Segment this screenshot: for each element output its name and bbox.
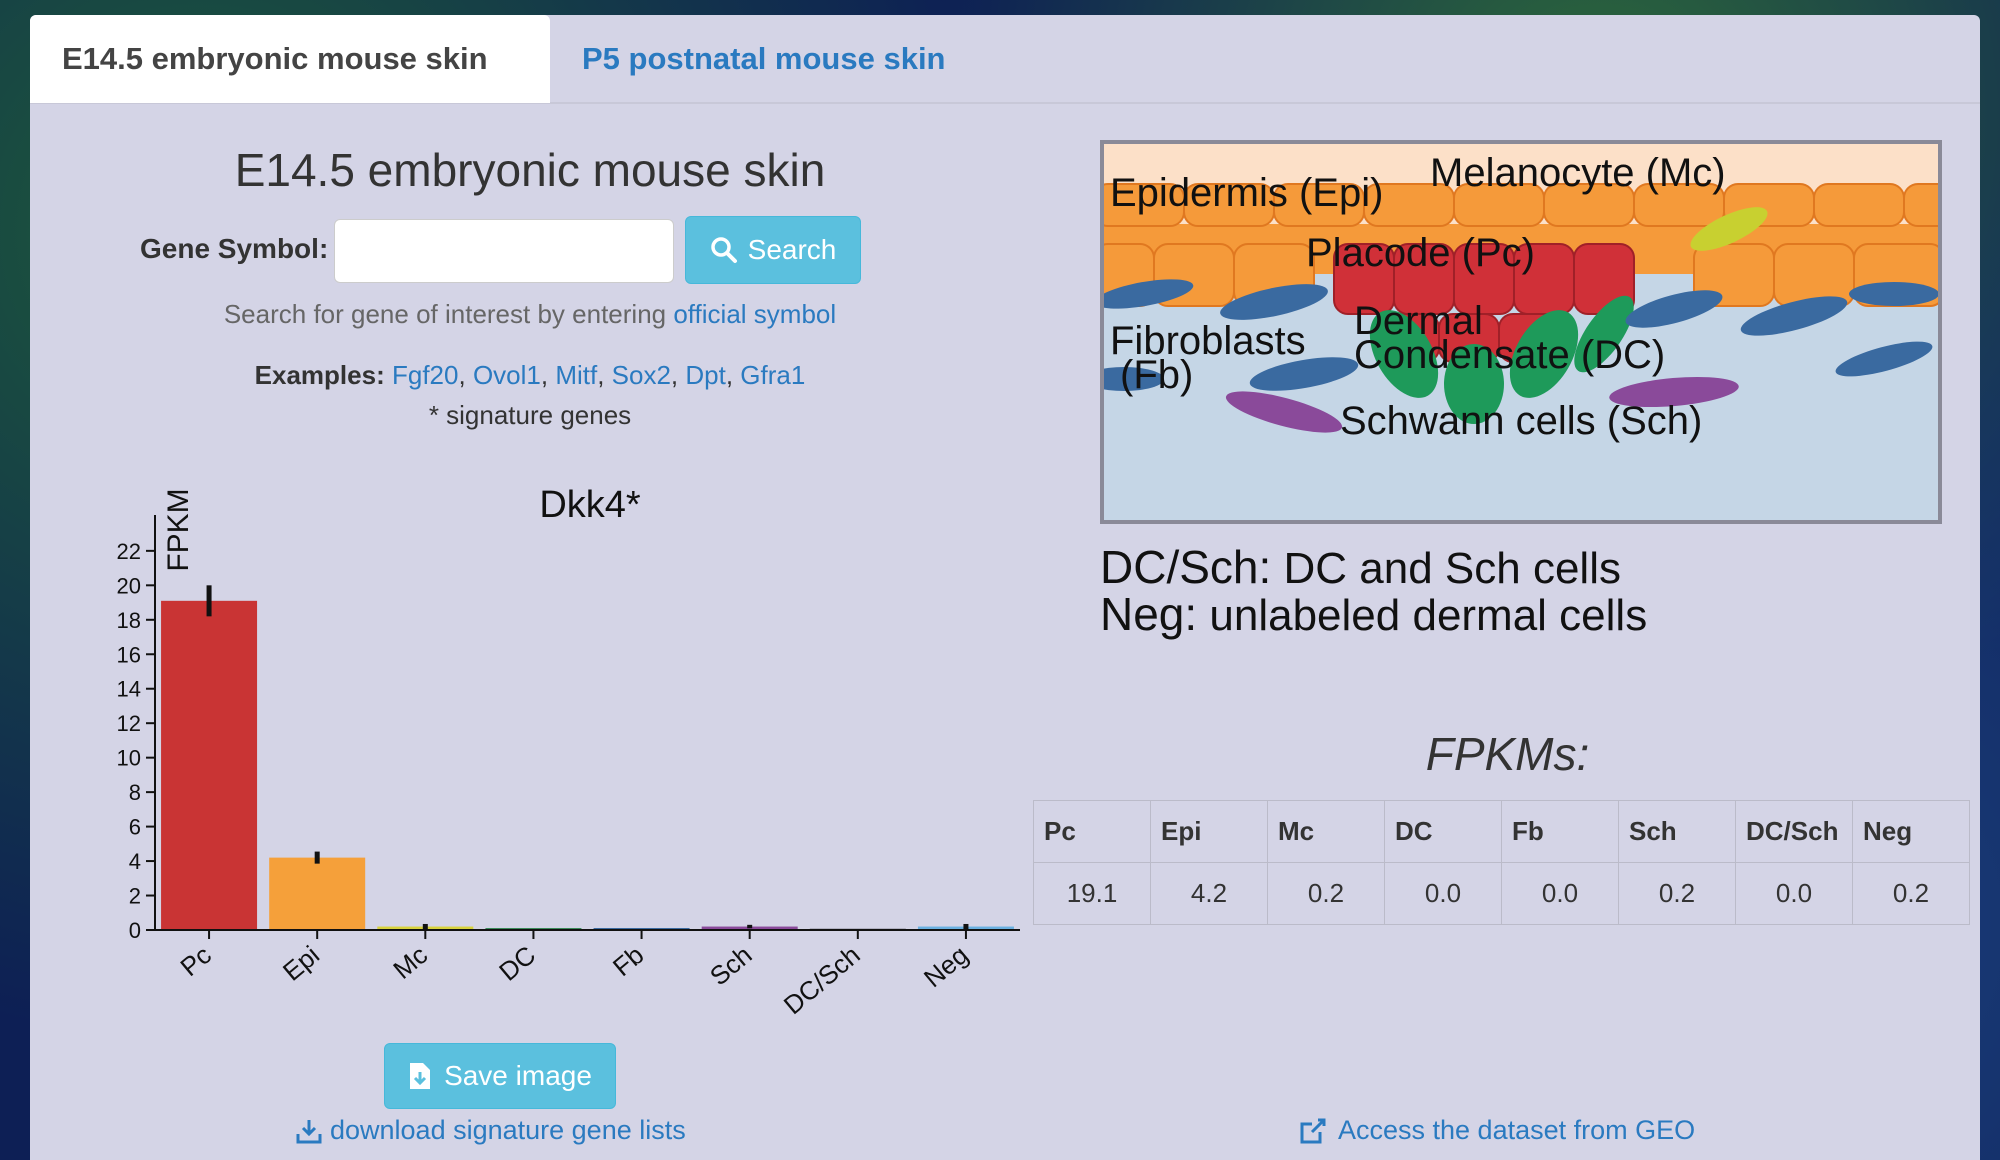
save-image-button[interactable]: Save image (384, 1043, 616, 1109)
download-link-label: download signature gene lists (330, 1115, 686, 1145)
fpkm-header-sch: Sch (1618, 800, 1736, 863)
x-tick-label: Mc (387, 940, 433, 985)
download-signature-link[interactable]: download signature gene lists (296, 1115, 686, 1146)
y-tick-label: 4 (129, 849, 141, 874)
main-panel: E14.5 embryonic mouse skin P5 postnatal … (30, 15, 1980, 1160)
y-axis: 0 2 4 6 8 10 12 14 16 18 20 22 (117, 515, 156, 943)
fpkm-header-dc-sch: DC/Sch (1735, 800, 1853, 863)
diagram-label-dc-2: Condensate (DC) (1354, 333, 1665, 377)
x-tick-label: Neg (918, 940, 974, 994)
fpkm-value-dc: 0.0 (1384, 862, 1502, 925)
search-button[interactable]: Search (685, 216, 861, 284)
tab-bar: E14.5 embryonic mouse skin P5 postnatal … (30, 15, 1980, 104)
gene-symbol-input[interactable] (334, 219, 674, 283)
legend-dc-sch-key: DC/Sch: (1100, 541, 1272, 593)
geo-dataset-link[interactable]: Access the dataset from GEO (1298, 1115, 1695, 1146)
chart-title: Dkk4* (539, 484, 641, 526)
legend-dc-sch: DC/Sch: DC and Sch cells (1100, 540, 1621, 594)
example-link-sox2[interactable]: Sox2 (612, 360, 671, 390)
diagram-label-epi: Epidermis (Epi) (1110, 171, 1383, 215)
y-tick-label: 12 (117, 711, 141, 736)
fpkm-value-pc: 19.1 (1033, 862, 1151, 925)
fpkm-value-mc: 0.2 (1267, 862, 1385, 925)
bars-layer (161, 585, 1014, 930)
y-tick-label: 6 (129, 815, 141, 840)
bar-epi (269, 857, 366, 930)
y-tick-label: 14 (117, 677, 141, 702)
example-link-mitf[interactable]: Mitf (555, 360, 597, 390)
search-button-label: Search (747, 234, 837, 265)
search-icon (710, 237, 737, 263)
fpkm-header-epi: Epi (1150, 800, 1268, 863)
x-tick-label: DC (493, 940, 541, 987)
x-tick-label: DC/Sch (778, 940, 866, 1021)
x-tick-label: Fb (607, 940, 650, 982)
fpkm-header-dc: DC (1384, 800, 1502, 863)
y-tick-label: 2 (129, 884, 141, 909)
y-tick-label: 22 (117, 539, 141, 564)
example-link-dpt[interactable]: Dpt (685, 360, 725, 390)
skin-diagram-art: Epidermis (Epi) Melanocyte (Mc) Placode … (1104, 144, 1938, 520)
fpkm-header-fb: Fb (1501, 800, 1619, 863)
search-hint: Search for gene of interest by entering … (30, 299, 1030, 330)
x-tick-label: Epi (277, 940, 325, 987)
skin-diagram: Epidermis (Epi) Melanocyte (Mc) Placode … (1100, 140, 1942, 524)
examples-label: Examples: (254, 360, 385, 390)
signature-note: * signature genes (428, 400, 632, 430)
legend-dc-sch-text: DC and Sch cells (1271, 544, 1621, 593)
y-tick-label: 20 (117, 573, 141, 598)
geo-link-label: Access the dataset from GEO (1338, 1115, 1696, 1145)
diagram-label-fb-2: (Fb) (1120, 353, 1193, 397)
diagram-label-mc: Melanocyte (Mc) (1430, 151, 1726, 195)
page-title: E14.5 embryonic mouse skin (234, 144, 826, 196)
example-link-gfra1[interactable]: Gfra1 (740, 360, 805, 390)
fpkm-value-fb: 0.0 (1501, 862, 1619, 925)
fpkm-value-neg: 0.2 (1852, 862, 1970, 925)
external-link-icon (1300, 1118, 1326, 1143)
example-link-ovol1[interactable]: Ovol1 (473, 360, 541, 390)
download-icon (296, 1119, 322, 1143)
save-image-label: Save image (444, 1060, 592, 1091)
fpkm-value-dc-sch: 0.0 (1735, 862, 1853, 925)
y-tick-label: 16 (117, 642, 141, 667)
fpkm-table-title: FPKMs: (1425, 728, 1590, 780)
legend-neg: Neg: unlabeled dermal cells (1100, 587, 1647, 641)
hint-text: Search for gene of interest by entering (223, 299, 674, 329)
fpkm-header-pc: Pc (1033, 800, 1151, 863)
x-tick-label: Sch (704, 940, 758, 992)
fpkm-value-row: 19.1 4.2 0.2 0.0 0.0 0.2 0.0 0.2 (1033, 862, 1970, 925)
x-tick-label: Pc (174, 940, 217, 982)
fpkm-header-mc: Mc (1267, 800, 1385, 863)
y-axis-label: FPKM (162, 488, 195, 571)
y-tick-label: 0 (129, 918, 141, 943)
gene-symbol-label: Gene Symbol: (140, 233, 329, 264)
y-tick-label: 8 (129, 780, 141, 805)
fpkm-value-sch: 0.2 (1618, 862, 1736, 925)
fpkm-value-epi: 4.2 (1150, 862, 1268, 925)
y-tick-label: 10 (117, 746, 141, 771)
save-file-icon (410, 1063, 431, 1089)
example-link-fgf20[interactable]: Fgf20 (392, 360, 459, 390)
tab-p5[interactable]: P5 postnatal mouse skin (550, 15, 978, 103)
bar-pc (161, 600, 258, 930)
fpkm-header-row: Pc Epi Mc DC Fb Sch DC/Sch Neg (1033, 800, 1970, 863)
expression-bar-chart: Dkk4* FPKM 0 2 4 6 8 10 12 14 16 18 20 22 Pc Epi Mc DC… (117, 484, 1020, 1021)
diagram-label-sch: Schwann cells (Sch) (1340, 399, 1702, 443)
x-axis: Pc Epi Mc DC Fb Sch DC/Sch Neg (155, 929, 1020, 1021)
legend-neg-key: Neg: (1100, 588, 1198, 640)
fpkm-table: Pc Epi Mc DC Fb Sch DC/Sch Neg 19.1 4.2 … (1033, 800, 1970, 925)
diagram-label-pc: Placode (Pc) (1306, 231, 1535, 275)
examples-line: Examples: Fgf20, Ovol1, Mitf, Sox2, Dpt,… (254, 360, 806, 390)
y-tick-label: 18 (117, 608, 141, 633)
tab-e14-5[interactable]: E14.5 embryonic mouse skin (30, 15, 550, 103)
official-symbol-link[interactable]: official symbol (673, 299, 836, 329)
fpkm-header-neg: Neg (1852, 800, 1970, 863)
legend-neg-text: unlabeled dermal cells (1197, 591, 1648, 640)
